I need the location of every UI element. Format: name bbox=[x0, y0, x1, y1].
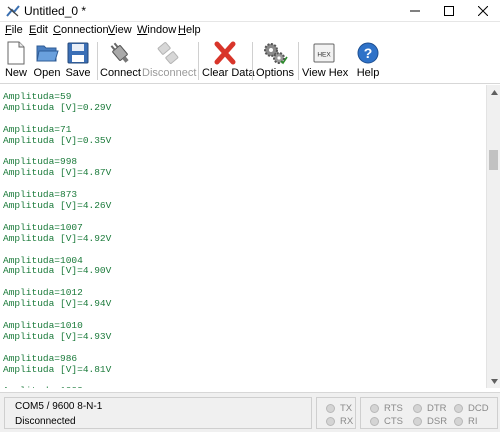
terminal-line: Amplituda [V]=4.94V bbox=[3, 298, 112, 310]
tx-rx-indicators: TX RX bbox=[316, 397, 356, 429]
terminal-line: Amplituda=71 bbox=[3, 123, 72, 135]
terminal-output[interactable]: Amplituda=59 Amplituda [V]=0.29V Amplituda… bbox=[0, 85, 486, 388]
terminal-line: Amplituda=59 bbox=[3, 91, 72, 102]
terminal-line: Amplituda [V]=4.81V bbox=[3, 363, 112, 375]
maximize-button[interactable] bbox=[432, 0, 466, 22]
port-settings: COM5 / 9600 8-N-1 bbox=[15, 401, 103, 412]
dcd-label: DCD bbox=[468, 403, 489, 414]
terminal-line: Amplituda [V]=4.92V bbox=[3, 232, 112, 244]
tx-led bbox=[326, 404, 335, 413]
gears-icon bbox=[264, 43, 288, 65]
new-label: New bbox=[4, 67, 27, 79]
minimize-button[interactable] bbox=[398, 0, 432, 22]
open-folder-icon bbox=[36, 45, 59, 62]
open-button[interactable]: Open bbox=[32, 38, 62, 82]
menu-file[interactable]: File bbox=[5, 24, 23, 36]
terminal-line: Amplituda [V]=4.87V bbox=[3, 167, 112, 179]
terminal-line: Amplituda=1004 bbox=[3, 254, 83, 266]
terminal-line: Amplituda [V]=4.26V bbox=[3, 200, 112, 211]
cts-label: CTS bbox=[384, 416, 403, 427]
toolbar-separator bbox=[198, 42, 199, 80]
help-icon-text: ? bbox=[364, 45, 373, 61]
coolterm-icon bbox=[6, 5, 20, 17]
clear-data-label: Clear Data bbox=[202, 67, 255, 79]
toolbar-separator bbox=[252, 42, 253, 80]
hex-icon: HEX bbox=[313, 43, 335, 63]
dsr-led bbox=[413, 417, 422, 426]
save-button[interactable]: Save bbox=[64, 38, 92, 82]
connect-button[interactable]: Connect bbox=[100, 38, 141, 82]
options-button[interactable]: Options bbox=[256, 38, 294, 82]
menu-help[interactable]: Help bbox=[178, 24, 201, 36]
terminal-line: Amplituda [V]=0.29V bbox=[3, 101, 112, 113]
new-file-icon bbox=[7, 41, 25, 65]
view-hex-label: View Hex bbox=[302, 67, 349, 79]
hex-icon-text: HEX bbox=[317, 52, 331, 59]
chevron-up-icon bbox=[490, 89, 498, 95]
disconnect-label: Disconnect bbox=[142, 67, 197, 79]
clear-data-button[interactable]: Clear Data bbox=[202, 38, 255, 82]
options-label: Options bbox=[256, 67, 294, 79]
toolbar-separator bbox=[97, 42, 98, 80]
dtr-led[interactable] bbox=[413, 404, 422, 413]
terminal-line: Amplituda=998 bbox=[3, 156, 78, 168]
terminal-line: Amplituda [V]=0.35V bbox=[3, 134, 112, 146]
terminal-line: Amplituda=1012 bbox=[3, 287, 83, 299]
menu-window[interactable]: Window bbox=[137, 24, 176, 36]
terminal-line: Amplituda=873 bbox=[3, 189, 78, 201]
rts-label: RTS bbox=[384, 403, 403, 414]
title-bar: Untitled_0 * bbox=[0, 0, 500, 22]
question-icon: ? bbox=[357, 42, 379, 64]
disconnect-plug-icon bbox=[157, 42, 179, 64]
menu-view[interactable]: View bbox=[108, 24, 132, 36]
terminal-line: Amplituda [V]=4.93V bbox=[3, 330, 112, 342]
connect-plug-icon bbox=[110, 42, 129, 63]
vertical-scrollbar[interactable] bbox=[486, 85, 500, 388]
dcd-led bbox=[454, 404, 463, 413]
connection-info: COM5 / 9600 8-N-1 Disconnected bbox=[4, 397, 312, 429]
ri-label: RI bbox=[468, 416, 478, 427]
rx-led bbox=[326, 417, 335, 426]
terminal-line: Amplituda [V]=4.90V bbox=[3, 265, 112, 277]
connection-status: Disconnected bbox=[15, 416, 76, 427]
minimize-icon bbox=[410, 10, 420, 12]
menu-edit[interactable]: Edit bbox=[29, 24, 48, 36]
maximize-icon bbox=[444, 6, 454, 16]
view-hex-button[interactable]: HEX View Hex bbox=[302, 38, 349, 82]
red-x-icon bbox=[214, 41, 236, 65]
window-title: Untitled_0 * bbox=[24, 4, 87, 18]
dtr-label: DTR bbox=[427, 403, 447, 414]
rx-label: RX bbox=[340, 416, 354, 427]
chevron-down-icon bbox=[490, 378, 498, 384]
disconnect-button: Disconnect bbox=[142, 38, 197, 82]
open-label: Open bbox=[33, 67, 61, 79]
cts-led bbox=[370, 417, 379, 426]
toolbar-separator bbox=[298, 42, 299, 80]
scroll-thumb[interactable] bbox=[489, 150, 498, 170]
save-disk-icon bbox=[67, 42, 89, 64]
help-button[interactable]: ? Help bbox=[350, 38, 386, 82]
close-button[interactable] bbox=[466, 0, 500, 22]
terminal-line: Amplituda=986 bbox=[3, 352, 78, 364]
ri-led bbox=[454, 417, 463, 426]
close-icon bbox=[478, 6, 488, 16]
terminal-line: Amplituda=1008 bbox=[3, 385, 83, 388]
tx-label: TX bbox=[340, 403, 353, 414]
dsr-label: DSR bbox=[427, 416, 448, 427]
terminal-line: Amplituda=1007 bbox=[3, 221, 83, 233]
rts-led[interactable] bbox=[370, 404, 379, 413]
status-bar: COM5 / 9600 8-N-1 Disconnected TX RX RTS… bbox=[0, 392, 500, 432]
handshake-indicators: RTS CTS DTR DSR DCD RI bbox=[360, 397, 498, 429]
menu-bar: File Edit Connection View Window Help bbox=[0, 22, 500, 38]
terminal-line: Amplituda=1010 bbox=[3, 319, 83, 331]
new-button[interactable]: New bbox=[2, 38, 30, 82]
scroll-down-button[interactable] bbox=[487, 374, 500, 388]
menu-connection[interactable]: Connection bbox=[53, 24, 109, 36]
save-label: Save bbox=[65, 67, 91, 79]
help-label: Help bbox=[356, 67, 380, 79]
scroll-up-button[interactable] bbox=[487, 85, 500, 99]
toolbar: New Open Save Connect Disconnect Clear D… bbox=[0, 38, 500, 84]
connect-label: Connect bbox=[100, 67, 141, 79]
